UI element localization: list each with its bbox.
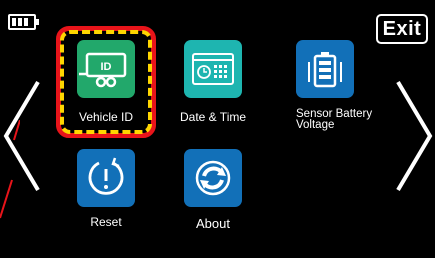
pointer-line	[0, 119, 21, 220]
battery-icon	[8, 13, 40, 31]
exit-button[interactable]: Exit	[376, 14, 428, 44]
date-time-button[interactable]	[184, 40, 242, 98]
svg-text:ID: ID	[101, 61, 112, 73]
battery-level-icon	[308, 52, 342, 88]
sensor-battery-voltage-button[interactable]	[296, 40, 354, 98]
about-label: About	[196, 216, 230, 231]
reset-label: Reset	[90, 215, 122, 229]
vehicle-id-button[interactable]: ID	[77, 40, 135, 98]
power-reset-icon	[88, 157, 124, 195]
about-button[interactable]	[184, 149, 242, 207]
calendar-clock-icon	[192, 53, 234, 85]
trailer-id-icon: ID	[79, 52, 127, 88]
reset-button[interactable]	[77, 149, 135, 207]
chevron-right-icon[interactable]	[392, 78, 435, 194]
date-time-label: Date & Time	[180, 110, 247, 124]
vehicle-id-label: Vehicle ID	[78, 110, 134, 124]
refresh-about-icon	[195, 160, 231, 196]
sensor-battery-label-line2: Voltage	[296, 119, 335, 131]
sensor-battery-voltage-label: Sensor Battery Voltage	[296, 108, 372, 131]
